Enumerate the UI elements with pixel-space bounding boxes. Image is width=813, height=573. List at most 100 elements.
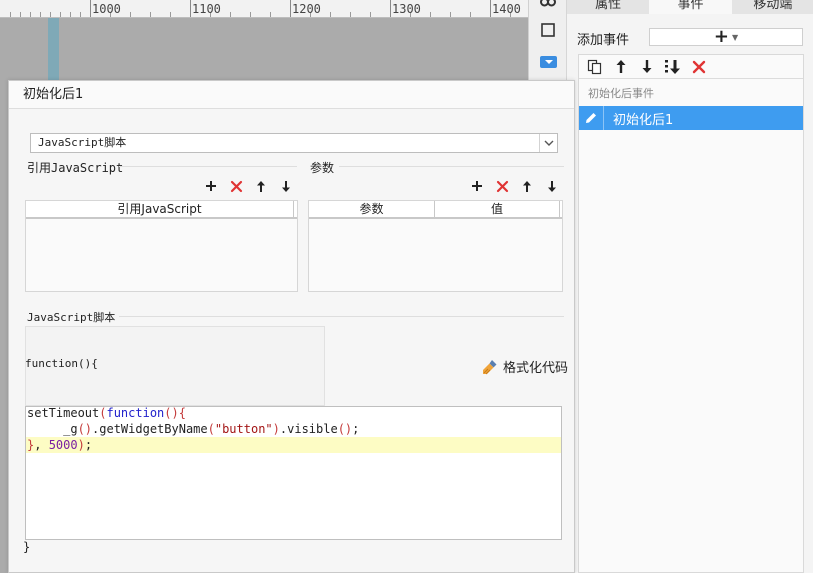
section-divider xyxy=(119,166,297,167)
ref-table[interactable]: 引用JavaScript xyxy=(25,200,298,292)
param-column-header[interactable]: 参数 xyxy=(309,201,435,217)
ruler-minor-tick xyxy=(470,12,471,17)
function-header: function(){ xyxy=(25,357,98,370)
format-code-button[interactable]: 格式化代码 xyxy=(481,357,568,376)
move-up-param-button[interactable] xyxy=(518,177,536,195)
edit-event-button[interactable] xyxy=(579,106,604,130)
plus-icon: + xyxy=(713,26,729,47)
caret-down-icon: ▼ xyxy=(731,32,739,42)
plus-icon xyxy=(472,181,482,191)
ruler-tick xyxy=(290,0,291,17)
move-down-param-button[interactable] xyxy=(543,177,561,195)
frame-tool-button[interactable] xyxy=(538,20,558,40)
ruler-minor-tick xyxy=(30,12,31,17)
arrow-down-icon xyxy=(548,180,556,192)
delete-icon xyxy=(692,60,706,73)
ruler-minor-tick xyxy=(230,12,231,17)
event-editor-dialog: 初始化后1 JavaScript脚本 引用JavaScript 引用JavaSc… xyxy=(8,80,575,573)
panel-tabs: 属性 事件 移动端 xyxy=(567,0,813,14)
copy-button[interactable] xyxy=(586,58,604,76)
ruler-minor-tick xyxy=(430,12,431,17)
add-param-button[interactable] xyxy=(468,177,486,195)
pencil-icon xyxy=(586,113,596,123)
tab-events[interactable]: 事件 xyxy=(649,0,732,14)
code-line-highlighted: }, 5000); xyxy=(26,437,561,453)
ruler-minor-tick xyxy=(40,12,41,17)
widget-guide[interactable] xyxy=(48,18,59,80)
value-column-header[interactable]: 值 xyxy=(435,201,560,217)
tab-properties[interactable]: 属性 xyxy=(567,0,649,14)
dropdown-widget-icon xyxy=(539,56,557,68)
ruler-minor-tick xyxy=(370,12,371,17)
ruler-minor-tick xyxy=(70,12,71,17)
copy-icon xyxy=(587,59,602,74)
ref-table-header: 引用JavaScript xyxy=(26,201,297,219)
add-event-row: 添加事件 + ▼ xyxy=(577,28,805,48)
move-down-ref-button[interactable] xyxy=(277,177,295,195)
tab-mobile[interactable]: 移动端 xyxy=(732,0,813,14)
move-up-ref-button[interactable] xyxy=(252,177,270,195)
ruler-minor-tick xyxy=(50,12,51,17)
move-bottom-icon xyxy=(665,59,680,74)
broom-icon xyxy=(483,359,497,374)
delete-icon xyxy=(230,180,242,192)
move-bottom-button[interactable] xyxy=(664,58,682,76)
code-line: setTimeout(function(){ xyxy=(27,406,186,420)
script-type-select[interactable]: JavaScript脚本 xyxy=(30,133,558,153)
ruler-minor-tick xyxy=(10,12,11,17)
event-item-selected[interactable]: 初始化后1 xyxy=(579,106,803,130)
code-line: _g().getWidgetByName("button").visible()… xyxy=(27,422,360,436)
event-toolbar xyxy=(579,55,803,79)
arrow-down-icon xyxy=(282,180,290,192)
link-tool-button[interactable] xyxy=(538,0,558,12)
ruler-minor-tick xyxy=(250,12,251,17)
ruler-tick xyxy=(90,0,91,17)
move-up-icon xyxy=(616,60,626,73)
params-section-title: 参数 xyxy=(310,161,335,175)
delete-icon xyxy=(496,180,508,192)
ruler-minor-tick xyxy=(150,12,151,17)
params-toolbar xyxy=(468,177,561,195)
move-down-icon xyxy=(642,60,652,73)
params-table[interactable]: 参数 值 xyxy=(308,200,563,292)
ruler-minor-tick xyxy=(330,12,331,17)
ref-section-title: 引用JavaScript xyxy=(27,161,124,175)
script-section-title: JavaScript脚本 xyxy=(27,311,116,324)
function-footer: } xyxy=(23,540,31,554)
event-item-label: 初始化后1 xyxy=(613,112,674,128)
ref-toolbar xyxy=(202,177,295,195)
ruler-minor-tick xyxy=(170,12,171,17)
params-table-header: 参数 值 xyxy=(309,201,562,219)
delete-param-button[interactable] xyxy=(493,177,511,195)
arrow-up-icon xyxy=(523,180,531,192)
add-ref-button[interactable] xyxy=(202,177,220,195)
delete-event-button[interactable] xyxy=(690,58,708,76)
ruler-label: 1000 xyxy=(92,2,121,16)
move-up-button[interactable] xyxy=(612,58,630,76)
square-icon xyxy=(541,23,555,37)
add-event-button[interactable]: + ▼ xyxy=(649,28,803,46)
ruler-minor-tick xyxy=(450,12,451,17)
move-down-button[interactable] xyxy=(638,58,656,76)
add-event-label: 添加事件 xyxy=(577,32,630,48)
ruler-tick xyxy=(190,0,191,17)
ruler-minor-tick xyxy=(130,12,131,17)
link-icon xyxy=(540,0,556,7)
ruler-label: 1100 xyxy=(192,2,221,16)
event-list: 初始化后事件 初始化后1 xyxy=(578,54,804,573)
dropdown-tool-button[interactable] xyxy=(538,52,558,72)
ref-column-header[interactable]: 引用JavaScript xyxy=(26,201,294,217)
format-code-label: 格式化代码 xyxy=(503,361,569,376)
arrow-up-icon xyxy=(257,180,265,192)
ruler-label: 1400 xyxy=(492,2,521,16)
ruler-label: 1200 xyxy=(292,2,321,16)
code-editor[interactable]: setTimeout(function(){ _g().getWidgetByN… xyxy=(25,406,562,540)
ruler-label: 1300 xyxy=(392,2,421,16)
event-group-label: 初始化后事件 xyxy=(588,87,654,100)
section-divider xyxy=(339,166,564,167)
delete-ref-button[interactable] xyxy=(227,177,245,195)
ruler-tick xyxy=(390,0,391,17)
ruler-minor-tick xyxy=(60,12,61,17)
ruler-minor-tick xyxy=(350,12,351,17)
section-divider xyxy=(119,316,564,317)
